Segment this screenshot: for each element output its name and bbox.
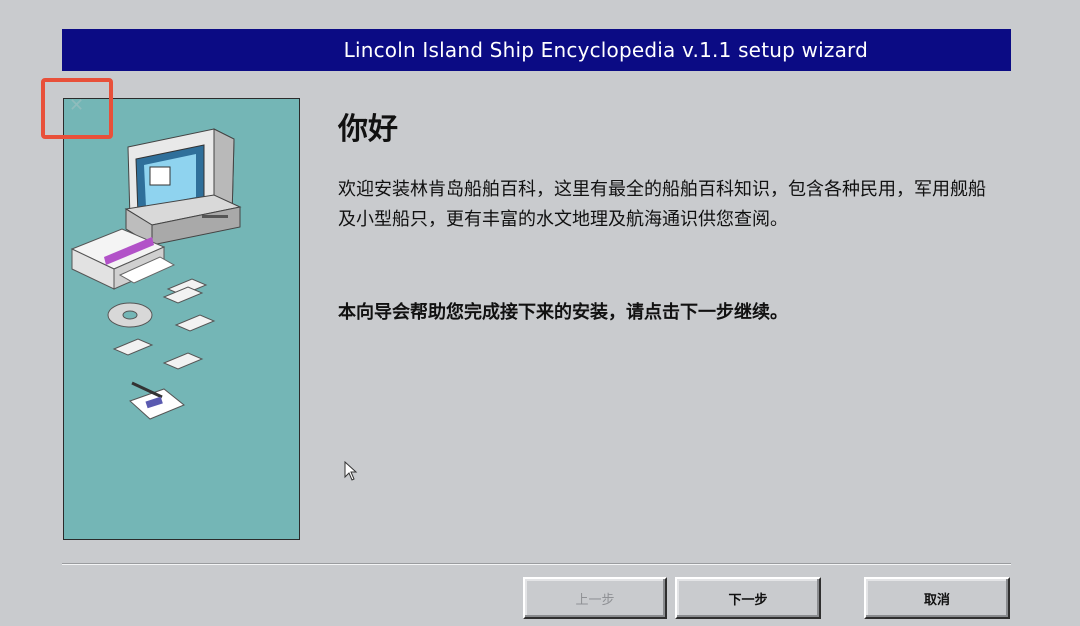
paper-pen-icon — [129, 381, 185, 420]
page-heading: 你好 — [338, 112, 398, 147]
previous-step-button[interactable]: 上一步 — [523, 577, 667, 619]
setup-wizard-window: Lincoln Island Ship Encyclopedia v.1.1 s… — [0, 0, 1080, 626]
cd-icon — [107, 302, 153, 328]
close-icon: ✕ — [69, 95, 85, 116]
window-title: Lincoln Island Ship Encyclopedia v.1.1 s… — [343, 38, 868, 62]
wizard-side-panel — [63, 98, 300, 540]
cancel-button[interactable]: 取消 — [864, 577, 1010, 619]
next-step-button[interactable]: 下一步 — [675, 577, 821, 619]
instruction-paragraph: 本向导会帮助您完成接下来的安装，请点击下一步继续。 — [338, 302, 788, 323]
mouse-pointer-icon — [344, 460, 358, 485]
computer-install-illustration — [70, 128, 242, 420]
computer-icon — [124, 128, 242, 246]
window-title-bar: Lincoln Island Ship Encyclopedia v.1.1 s… — [62, 29, 1011, 71]
button-divider — [62, 563, 1011, 565]
close-button[interactable]: ✕ — [41, 78, 113, 139]
welcome-paragraph: 欢迎安装林肯岛船舶百科，这里有最全的船舶百科知识，包含各种民用，军用舰船及小型船… — [338, 179, 986, 230]
